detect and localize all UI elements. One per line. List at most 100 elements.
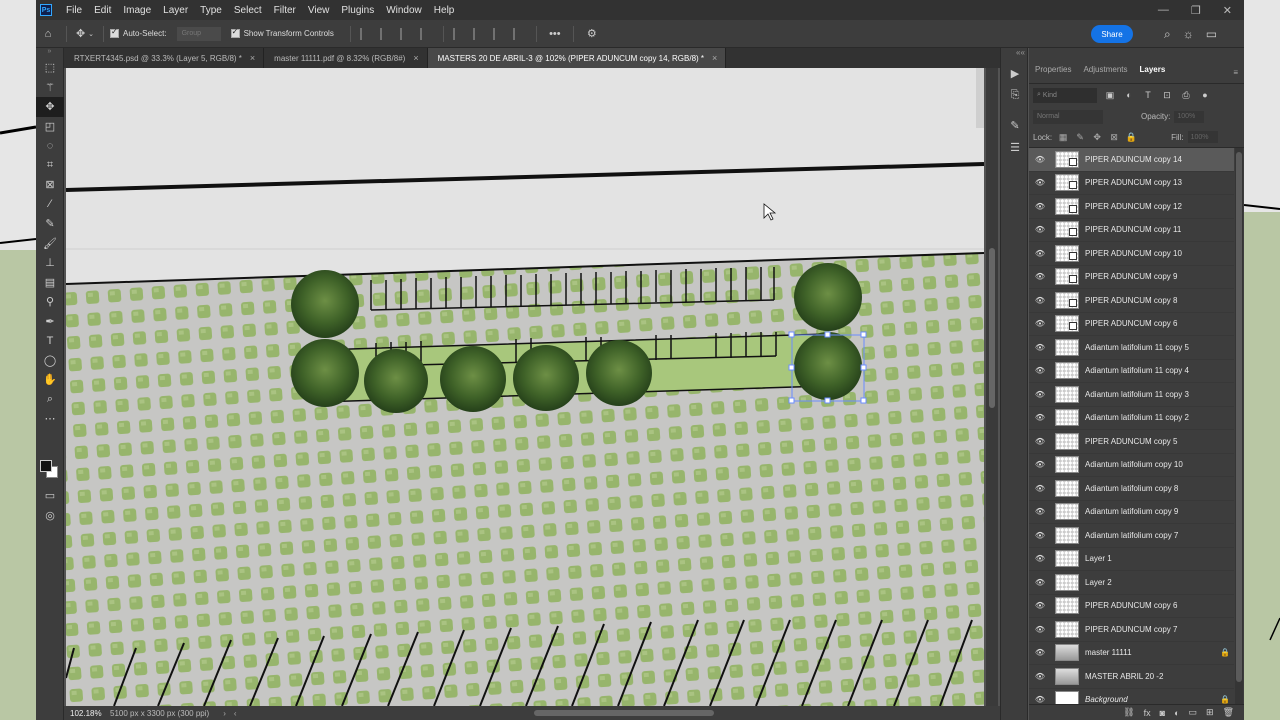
visibility-eye-icon[interactable]: 👁 — [1029, 272, 1051, 281]
filter-toggle-icon[interactable]: ● — [1199, 89, 1211, 101]
align-left-icon[interactable] — [359, 27, 374, 40]
layer-row[interactable]: 👁 PIPER ADUNCUM copy 5 — [1029, 430, 1234, 454]
layer-row[interactable]: 👁 Adiantum latifolium copy 7 — [1029, 524, 1234, 548]
filter-type-icon[interactable]: T — [1142, 89, 1154, 101]
visibility-eye-icon[interactable]: 👁 — [1029, 366, 1051, 375]
layer-row[interactable]: 👁 Adiantum latifolium copy 9 — [1029, 501, 1234, 524]
lock-transparency-icon[interactable]: ▦ — [1057, 131, 1069, 143]
hand-tool-icon[interactable]: ✋ — [36, 370, 64, 390]
visibility-eye-icon[interactable]: 👁 — [1029, 225, 1051, 234]
menu-help[interactable]: Help — [428, 5, 461, 16]
layer-name[interactable]: PIPER ADUNCUM copy 6 — [1085, 319, 1234, 328]
layer-name[interactable]: Layer 1 — [1085, 554, 1234, 563]
lasso-tool-icon[interactable]: ◌ — [36, 136, 64, 156]
quick-mask-icon[interactable]: ◎ — [36, 506, 64, 526]
search-icon[interactable]: ⌕ — [1164, 27, 1171, 42]
layer-name[interactable]: Adiantum latifolium 11 copy 2 — [1085, 413, 1234, 422]
menu-type[interactable]: Type — [194, 5, 228, 16]
layer-name[interactable]: PIPER ADUNCUM copy 11 — [1085, 225, 1234, 234]
distribute-vertical-icon[interactable] — [512, 27, 527, 40]
layer-name[interactable]: PIPER ADUNCUM copy 7 — [1085, 625, 1234, 634]
layer-name[interactable]: PIPER ADUNCUM copy 5 — [1085, 437, 1234, 446]
scroll-left-icon[interactable]: ‹ — [234, 709, 237, 718]
layer-row[interactable]: 👁 PIPER ADUNCUM copy 9 — [1029, 266, 1234, 289]
layer-row[interactable]: 👁 PIPER ADUNCUM copy 11 — [1029, 219, 1234, 242]
artboard-tool-icon[interactable]: ◰ — [36, 117, 64, 137]
tab-adjustments[interactable]: Adjustments — [1077, 61, 1133, 77]
layer-thumbnail[interactable] — [1055, 197, 1079, 215]
layer-name[interactable]: Layer 2 — [1085, 578, 1234, 587]
layer-name[interactable]: PIPER ADUNCUM copy 6 — [1085, 601, 1234, 610]
layer-name[interactable]: Adiantum latifolium 11 copy 4 — [1085, 366, 1234, 375]
visibility-eye-icon[interactable]: 👁 — [1029, 155, 1051, 164]
pen-tool-icon[interactable]: ✒ — [36, 312, 64, 332]
add-mask-icon[interactable]: ◙ — [1160, 708, 1165, 718]
magic-wand-tool-icon[interactable]: ⚚ — [36, 78, 64, 98]
visibility-eye-icon[interactable]: 👁 — [1029, 390, 1051, 399]
align-center-icon[interactable] — [379, 27, 394, 40]
zoom-level[interactable]: 102.18% — [64, 709, 104, 718]
visibility-eye-icon[interactable]: 👁 — [1029, 202, 1051, 211]
layer-row[interactable]: 👁 Adiantum latifolium copy 8 — [1029, 477, 1234, 501]
more-options-icon[interactable]: ••• — [546, 25, 564, 43]
menu-window[interactable]: Window — [380, 5, 428, 16]
layer-row[interactable]: 👁 Adiantum latifolium 11 copy 2 — [1029, 407, 1234, 430]
collapse-panels-icon[interactable]: «« — [1016, 48, 1025, 57]
layer-thumbnail[interactable] — [1055, 644, 1079, 662]
close-tab-icon[interactable]: × — [413, 53, 418, 63]
visibility-eye-icon[interactable]: 👁 — [1029, 437, 1051, 446]
tab-layers[interactable]: Layers — [1134, 61, 1172, 77]
close-tab-icon[interactable]: × — [250, 53, 255, 63]
move-tool-preset-icon[interactable]: ✥ ⌄ — [76, 25, 94, 43]
layer-thumbnail[interactable] — [1055, 150, 1079, 168]
layer-style-icon[interactable]: fx — [1144, 708, 1151, 718]
layer-thumbnail[interactable] — [1055, 338, 1079, 356]
layer-row[interactable]: 👁 Adiantum latifolium copy 10 — [1029, 454, 1234, 477]
layer-row[interactable]: 👁 PIPER ADUNCUM copy 6 — [1029, 595, 1234, 618]
blend-mode-dropdown[interactable]: Normal — [1033, 109, 1103, 124]
discover-icon[interactable]: ☼ — [1183, 27, 1194, 42]
lock-pixels-icon[interactable]: ✎ — [1074, 131, 1086, 143]
crop-tool-icon[interactable]: ⌗ — [36, 156, 64, 176]
close-window-button[interactable]: ✕ — [1223, 4, 1232, 17]
filter-smart-object-icon[interactable]: ⎙ — [1180, 89, 1192, 101]
menu-view[interactable]: View — [302, 5, 336, 16]
layer-row[interactable]: 👁 Adiantum latifolium 11 copy 5 — [1029, 336, 1234, 360]
visibility-eye-icon[interactable]: 👁 — [1029, 249, 1051, 258]
play-actions-icon[interactable]: ▶ — [1001, 62, 1029, 84]
layer-row[interactable]: 👁 Layer 1 — [1029, 548, 1234, 571]
distribute-icon[interactable] — [419, 27, 434, 40]
align-right-icon[interactable] — [399, 27, 414, 40]
layer-name[interactable]: PIPER ADUNCUM copy 9 — [1085, 272, 1234, 281]
lock-position-icon[interactable]: ✥ — [1091, 131, 1103, 143]
scroll-thumb[interactable] — [989, 248, 995, 408]
layer-thumbnail[interactable] — [1055, 315, 1079, 333]
layers-scrollbar[interactable] — [1235, 148, 1243, 708]
layer-row[interactable]: 👁 Adiantum latifolium 11 copy 4 — [1029, 360, 1234, 383]
layer-thumbnail[interactable] — [1055, 221, 1079, 239]
visibility-eye-icon[interactable]: 👁 — [1029, 554, 1051, 563]
auto-select-checkbox[interactable]: Auto-Select: — [110, 27, 167, 38]
adjustment-sliders-icon[interactable]: ☰ — [1001, 136, 1029, 158]
menu-select[interactable]: Select — [228, 5, 268, 16]
layer-thumbnail[interactable] — [1055, 385, 1079, 403]
lock-artboard-icon[interactable]: ⊠ — [1108, 131, 1120, 143]
align-bottom-icon[interactable] — [492, 27, 507, 40]
brush-tool-icon[interactable]: 🖌 — [36, 234, 64, 254]
layer-name[interactable]: PIPER ADUNCUM copy 12 — [1085, 202, 1234, 211]
foreground-color-swatch[interactable] — [40, 460, 52, 472]
scroll-thumb[interactable] — [1236, 152, 1242, 682]
visibility-eye-icon[interactable]: 👁 — [1029, 695, 1051, 704]
menu-plugins[interactable]: Plugins — [335, 5, 380, 16]
layer-thumbnail[interactable] — [1055, 503, 1079, 521]
layer-row[interactable]: 👁 PIPER ADUNCUM copy 10 — [1029, 242, 1234, 266]
layer-name[interactable]: Adiantum latifolium 11 copy 3 — [1085, 390, 1234, 399]
layer-thumbnail[interactable] — [1055, 573, 1079, 591]
layer-name[interactable]: Adiantum latifolium copy 7 — [1085, 531, 1234, 540]
workspace-icon[interactable]: ▭ — [1206, 27, 1217, 42]
menu-image[interactable]: Image — [117, 5, 157, 16]
visibility-eye-icon[interactable]: 👁 — [1029, 648, 1051, 657]
visibility-eye-icon[interactable]: 👁 — [1029, 343, 1051, 352]
share-button[interactable]: Share — [1091, 25, 1133, 43]
visibility-eye-icon[interactable]: 👁 — [1029, 507, 1051, 516]
